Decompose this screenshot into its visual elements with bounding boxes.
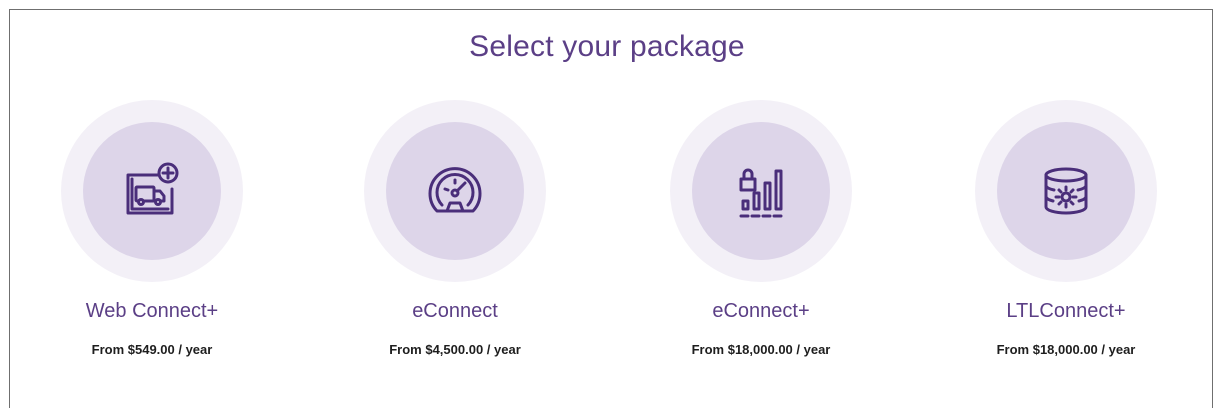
lock-bar-chart-icon <box>739 168 783 218</box>
icon-outer-circle <box>364 100 546 282</box>
page-title: Select your package <box>469 30 745 63</box>
package-name: eConnect <box>412 300 498 322</box>
package-card-econnect[interactable]: eConnect From $4,500.00 / year <box>335 100 575 370</box>
icon-outer-circle <box>975 100 1157 282</box>
truck-screen-plus-icon <box>126 162 179 215</box>
package-card-ltlconnect-plus[interactable]: LTLConnect+ From $18,000.00 / year <box>946 100 1186 370</box>
package-name: eConnect+ <box>712 300 810 322</box>
icon-inner-circle <box>386 122 524 260</box>
icon-inner-circle <box>997 122 1135 260</box>
package-name: Web Connect+ <box>85 300 219 322</box>
package-name: LTLConnect+ <box>1006 300 1126 322</box>
package-price: From $549.00 / year <box>91 342 213 357</box>
database-gear-icon <box>1044 167 1088 215</box>
speedometer-icon <box>428 167 482 213</box>
package-price: From $18,000.00 / year <box>691 342 831 357</box>
package-price: From $18,000.00 / year <box>996 342 1136 357</box>
icon-inner-circle <box>83 122 221 260</box>
package-price: From $4,500.00 / year <box>389 342 521 357</box>
icon-outer-circle <box>670 100 852 282</box>
package-card-econnect-plus[interactable]: eConnect+ From $18,000.00 / year <box>641 100 881 370</box>
icon-outer-circle <box>61 100 243 282</box>
package-card-web-connect-plus[interactable]: Web Connect+ From $549.00 / year <box>32 100 272 370</box>
icon-inner-circle <box>692 122 830 260</box>
